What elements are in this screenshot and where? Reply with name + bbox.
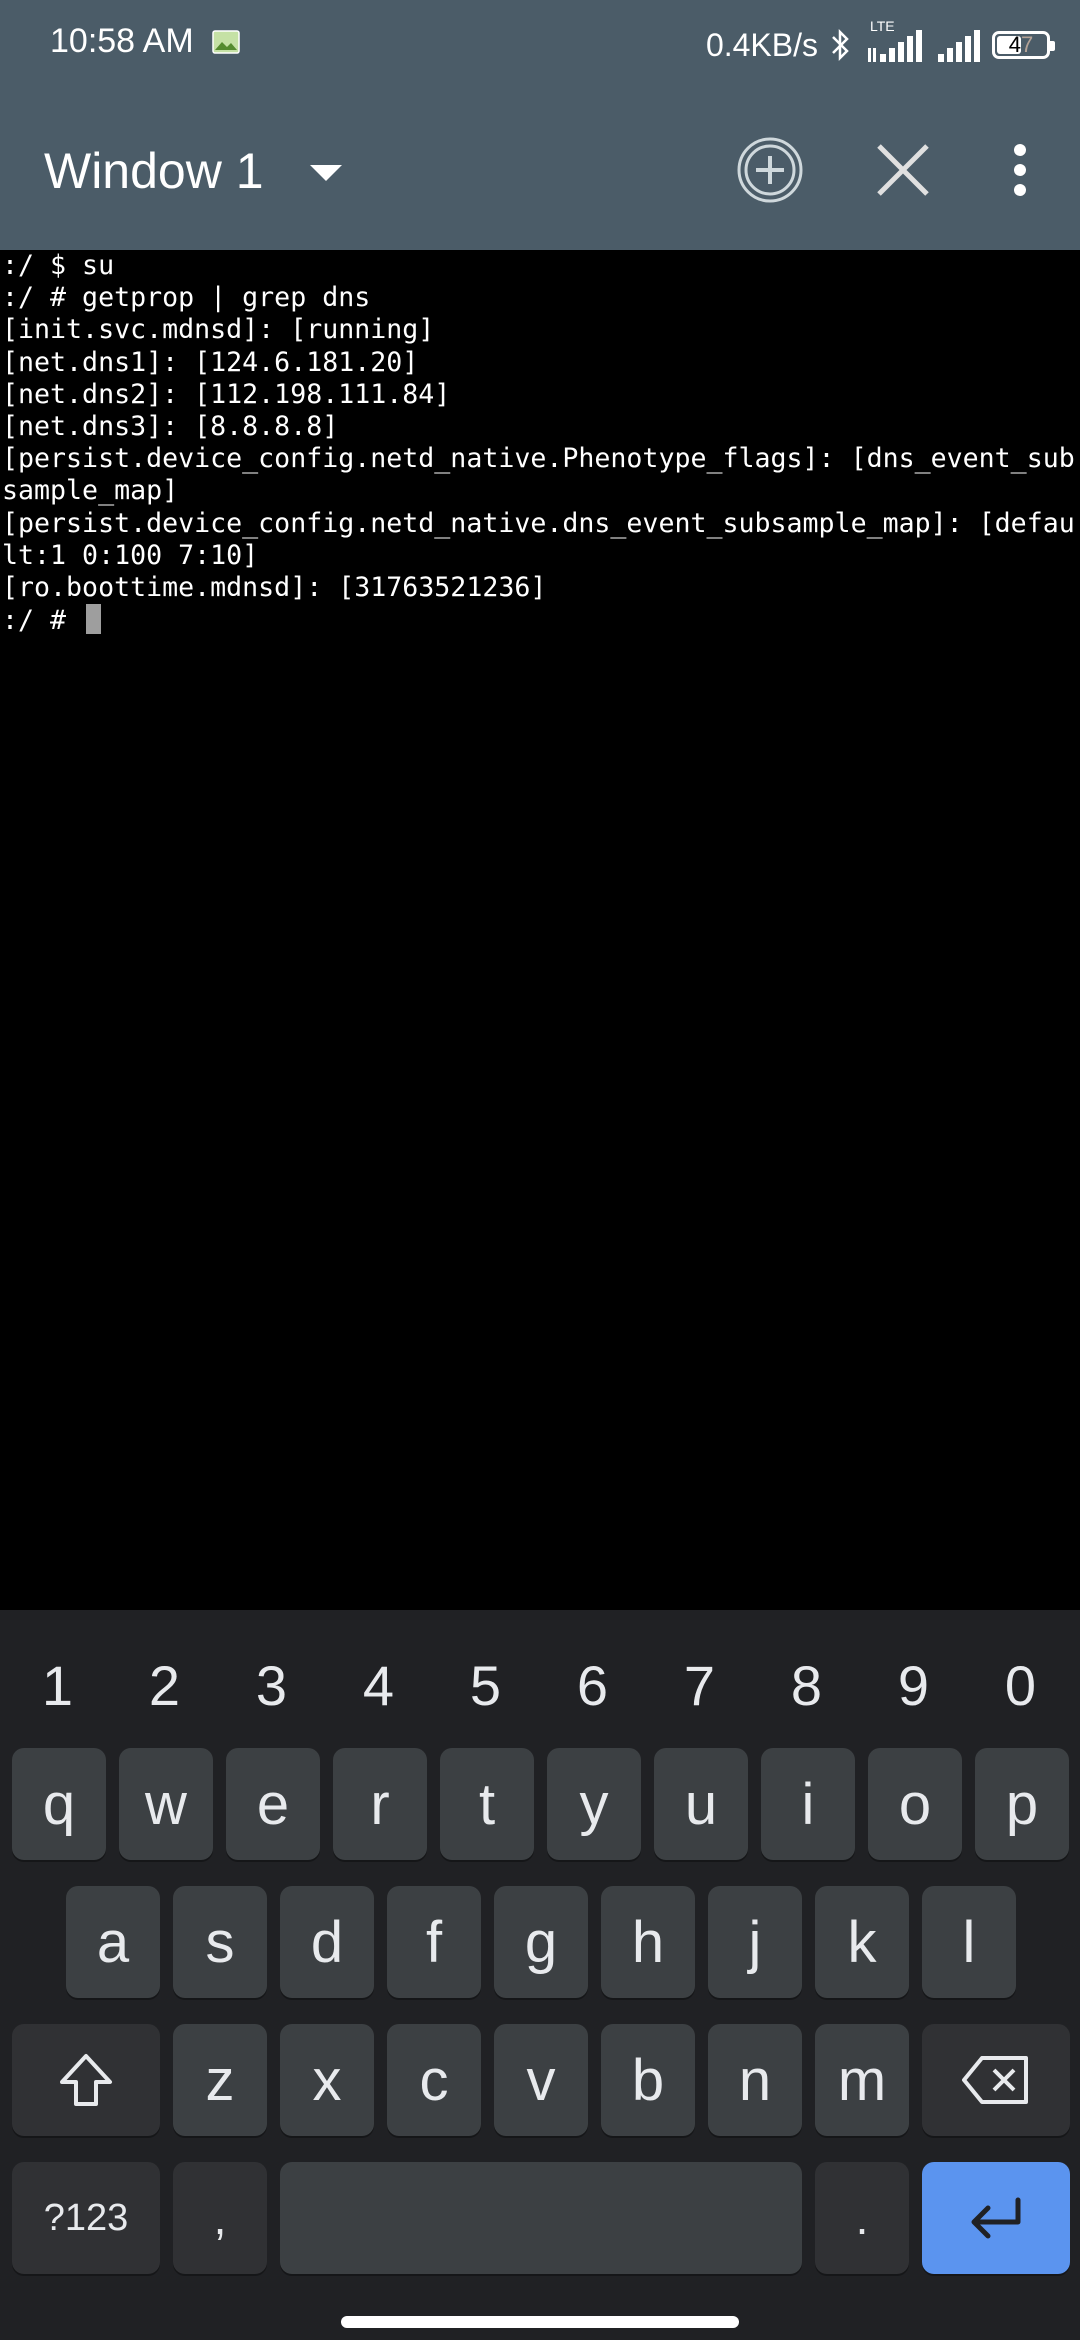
key-l[interactable]: l (922, 1886, 1016, 1998)
net-speed: 0.4KB/s (705, 26, 818, 63)
key-t[interactable]: t (440, 1748, 534, 1860)
terminal-line: [persist.device_config.netd_native.dns_e… (2, 507, 1075, 539)
key-7[interactable]: 7 (646, 1630, 753, 1740)
key-r[interactable]: r (333, 1748, 427, 1860)
terminal-line: sample_map] (2, 475, 179, 507)
key-m[interactable]: m (815, 2024, 909, 2136)
enter-icon (971, 2197, 1021, 2239)
navigation-bar (0, 2300, 1080, 2340)
key-q[interactable]: q (12, 1748, 106, 1860)
terminal-prompt: :/ # (2, 605, 83, 637)
terminal-line: [net.dns1]: [124.6.181.20] (2, 346, 419, 378)
key-h[interactable]: h (601, 1886, 695, 1998)
bluetooth-icon (832, 28, 849, 62)
signal-icon (868, 30, 922, 62)
battery-level: 47 (1008, 32, 1034, 57)
key-y[interactable]: y (547, 1748, 641, 1860)
soft-keyboard: 1 2 3 4 5 6 7 8 9 0 q w e r t y u i o p … (0, 1610, 1080, 2300)
key-j[interactable]: j (708, 1886, 802, 1998)
key-s[interactable]: s (173, 1886, 267, 1998)
key-v[interactable]: v (494, 2024, 588, 2136)
status-time: 10:58 AM (50, 22, 194, 60)
terminal-line: :/ $ su (2, 250, 115, 281)
home-indicator[interactable] (341, 2316, 739, 2328)
battery-icon: 47 (992, 31, 1055, 59)
shift-button[interactable] (12, 2024, 160, 2136)
backspace-icon (962, 2056, 1028, 2104)
terminal-line: :/ # getprop | grep dns (2, 282, 371, 314)
key-g[interactable]: g (494, 1886, 588, 1998)
status-right: 0.4KB/s LTE 47 (705, 18, 1055, 70)
key-a[interactable]: a (66, 1886, 160, 1998)
terminal-line: [init.svc.mdnsd]: [running] (2, 314, 435, 346)
key-8[interactable]: 8 (753, 1630, 860, 1740)
number-row: 1 2 3 4 5 6 7 8 9 0 (0, 1630, 1080, 1740)
dropdown-arrow-icon[interactable] (310, 165, 342, 181)
shift-icon (60, 2054, 112, 2106)
key-3[interactable]: 3 (218, 1630, 325, 1740)
terminal-line: lt:1 0:100 7:10] (2, 539, 259, 571)
window-title[interactable]: Window 1 (44, 142, 264, 200)
key-1[interactable]: 1 (4, 1630, 111, 1740)
terminal-prompt-line[interactable]: :/ # (2, 604, 1080, 637)
key-2[interactable]: 2 (111, 1630, 218, 1740)
key-b[interactable]: b (601, 2024, 695, 2136)
key-d[interactable]: d (280, 1886, 374, 1998)
key-o[interactable]: o (868, 1748, 962, 1860)
key-p[interactable]: p (975, 1748, 1069, 1860)
key-c[interactable]: c (387, 2024, 481, 2136)
key-5[interactable]: 5 (432, 1630, 539, 1740)
image-icon (212, 30, 240, 54)
terminal-cursor (86, 604, 102, 635)
enter-button[interactable] (922, 2162, 1070, 2274)
key-4[interactable]: 4 (325, 1630, 432, 1740)
key-9[interactable]: 9 (860, 1630, 967, 1740)
key-u[interactable]: u (654, 1748, 748, 1860)
key-e[interactable]: e (226, 1748, 320, 1860)
add-window-button[interactable] (730, 130, 810, 210)
key-z[interactable]: z (173, 2024, 267, 2136)
symbols-button[interactable]: ?123 (12, 2162, 160, 2274)
status-bar: 10:58 AM 0.4KB/s LTE 47 (0, 0, 1080, 90)
close-window-button[interactable] (863, 130, 943, 210)
key-f[interactable]: f (387, 1886, 481, 1998)
terminal-line: [net.dns3]: [8.8.8.8] (2, 411, 339, 443)
key-x[interactable]: x (280, 2024, 374, 2136)
add-window-icon (737, 137, 803, 203)
key-k[interactable]: k (815, 1886, 909, 1998)
terminal-line: [persist.device_config.netd_native.Pheno… (2, 443, 1075, 475)
terminal-line: [net.dns2]: [112.198.111.84] (2, 378, 451, 410)
app-bar: Window 1 (0, 90, 1080, 250)
key-w[interactable]: w (119, 1748, 213, 1860)
comma-key[interactable]: , (173, 2162, 267, 2274)
lte-signal: LTE (864, 18, 924, 64)
key-0[interactable]: 0 (967, 1630, 1074, 1740)
period-key[interactable]: . (815, 2162, 909, 2274)
key-i[interactable]: i (761, 1748, 855, 1860)
terminal-line: [ro.boottime.mdnsd]: [31763521236] (2, 572, 547, 604)
overflow-menu-icon (1014, 144, 1026, 196)
terminal-output[interactable]: :/ $ su :/ # getprop | grep dns [init.sv… (0, 250, 1080, 1610)
key-n[interactable]: n (708, 2024, 802, 2136)
signal-icon (938, 30, 980, 62)
overflow-menu-button[interactable] (980, 130, 1060, 210)
backspace-button[interactable] (922, 2024, 1070, 2136)
spacebar[interactable] (280, 2162, 802, 2274)
key-6[interactable]: 6 (539, 1630, 646, 1740)
close-window-icon (877, 144, 929, 196)
